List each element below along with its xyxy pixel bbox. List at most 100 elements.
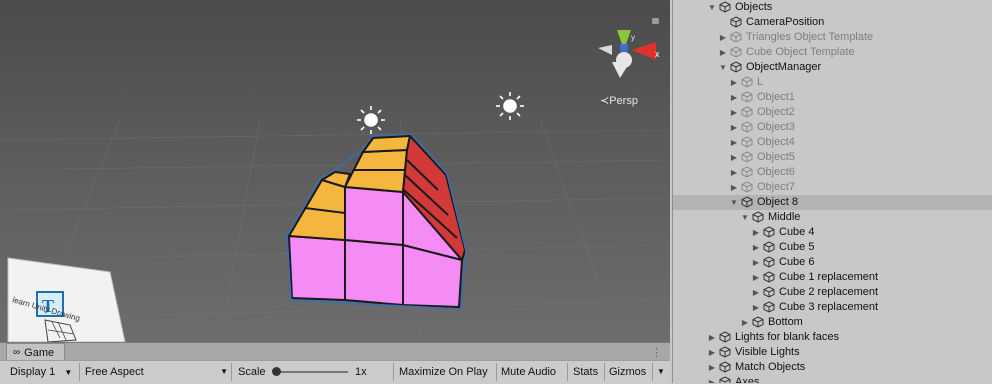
hierarchy-row[interactable]: ▶ Object5 (673, 150, 992, 165)
expand-right-icon[interactable]: ▶ (729, 180, 739, 195)
light-gizmo-icon[interactable] (496, 92, 524, 120)
hierarchy-row[interactable]: ▶ Bottom (673, 315, 992, 330)
aspect-select[interactable]: Free Aspect ▼ (85, 361, 230, 383)
object-8-model[interactable] (288, 135, 466, 308)
projection-label[interactable]: ≺Persp (600, 94, 638, 107)
scale-slider[interactable] (272, 361, 350, 383)
orientation-gizmo-icon[interactable]: y x (598, 30, 660, 78)
expand-right-icon[interactable]: ▶ (718, 30, 728, 45)
expand-right-icon[interactable]: ▶ (729, 150, 739, 165)
hierarchy-row[interactable]: ▶ Object6 (673, 165, 992, 180)
expand-right-icon[interactable]: ▶ (707, 330, 717, 345)
hierarchy-row[interactable]: ▶ Triangles Object Template (673, 30, 992, 45)
hierarchy-item-label: Cube Object Template (746, 46, 855, 58)
hierarchy-row[interactable]: ▶ Cube 5 (673, 240, 992, 255)
expand-right-icon[interactable]: ▶ (751, 270, 761, 285)
hierarchy-item-label: Cube 4 (779, 226, 815, 238)
expand-right-icon[interactable]: ▶ (729, 120, 739, 135)
hierarchy-row[interactable]: ▶ Object4 (673, 135, 992, 150)
hierarchy-item-label: Object 8 (757, 196, 798, 208)
expand-down-icon[interactable]: ▼ (707, 0, 717, 15)
hierarchy-row[interactable]: ▶ Cube 2 replacement (673, 285, 992, 300)
gameobject-icon (741, 76, 753, 88)
mute-audio-button[interactable]: Mute Audio (501, 361, 556, 383)
gameobject-icon (741, 166, 753, 178)
divider (79, 363, 80, 381)
hierarchy-row[interactable]: ▼ Middle (673, 210, 992, 225)
divider (496, 363, 497, 381)
light-gizmo-icon[interactable] (357, 106, 385, 134)
lock-icon[interactable] (652, 18, 659, 24)
expand-right-icon[interactable]: ▶ (729, 75, 739, 90)
expand-right-icon[interactable]: ▶ (729, 105, 739, 120)
hierarchy-panel: ▼ Objects CameraPosition ▶ Triangles Object … (672, 0, 992, 383)
expand-down-icon[interactable]: ▼ (718, 60, 728, 75)
hierarchy-row[interactable]: ▶ Cube 4 (673, 225, 992, 240)
expand-right-icon[interactable]: ▶ (718, 45, 728, 60)
expand-right-icon[interactable]: ▶ (707, 360, 717, 375)
hierarchy-row[interactable]: ▶ Lights for blank faces (673, 330, 992, 345)
hierarchy-row[interactable]: ▶ Object2 (673, 105, 992, 120)
chevron-down-icon: ▼ (64, 368, 73, 377)
hierarchy-item-label: Visible Lights (735, 346, 800, 358)
expand-down-icon[interactable]: ▼ (740, 210, 750, 225)
hierarchy-row[interactable]: ▼ Object 8 (673, 195, 992, 210)
hierarchy-item-label: Cube 2 replacement (779, 286, 879, 298)
more-options-icon[interactable]: ⋮ (651, 346, 662, 359)
hierarchy-item-label: Cube 3 replacement (779, 301, 879, 313)
slider-track (276, 371, 348, 373)
hierarchy-item-label: Objects (735, 1, 773, 13)
gameobject-icon (763, 226, 775, 238)
gameobject-icon (741, 106, 753, 118)
hierarchy-item-label: Object3 (757, 121, 795, 133)
maximize-on-play-button[interactable]: Maximize On Play (399, 361, 488, 383)
hierarchy-row[interactable]: ▶ Cube 6 (673, 255, 992, 270)
scene-view[interactable]: y x T learn Unity Drawing ≺Persp (0, 0, 670, 342)
expand-right-icon[interactable]: ▶ (751, 285, 761, 300)
hierarchy-item-label: Match Objects (735, 361, 806, 373)
expand-down-icon[interactable]: ▼ (729, 195, 739, 210)
expand-right-icon[interactable]: ▶ (751, 225, 761, 240)
gameobject-icon (741, 196, 753, 208)
hierarchy-item-label: Bottom (768, 316, 803, 328)
hierarchy-row[interactable]: ▼ Objects (673, 0, 992, 15)
expand-right-icon[interactable]: ▶ (729, 90, 739, 105)
hierarchy-row[interactable]: ▶ Object7 (673, 180, 992, 195)
svg-text:x: x (655, 49, 660, 59)
display-select-value: Display 1 (10, 366, 56, 378)
hierarchy-row[interactable]: ▶ Cube 1 replacement (673, 270, 992, 285)
hierarchy-row[interactable]: CameraPosition (673, 15, 992, 30)
hierarchy-item-label: Middle (768, 211, 801, 223)
expand-right-icon[interactable]: ▶ (729, 165, 739, 180)
scale-label: Scale (238, 366, 266, 378)
expand-right-icon[interactable]: ▶ (751, 255, 761, 270)
expand-right-icon[interactable]: ▶ (729, 135, 739, 150)
hierarchy-row[interactable]: ▶ Object1 (673, 90, 992, 105)
expand-right-icon[interactable]: ▶ (751, 300, 761, 315)
scene-canvas[interactable]: y x T learn Unity Drawing (0, 0, 670, 342)
hierarchy-row[interactable]: ▶ Visible Lights (673, 345, 992, 360)
hierarchy-row[interactable]: ▶ Object3 (673, 120, 992, 135)
hierarchy-row[interactable]: ▶ L (673, 75, 992, 90)
expand-right-icon[interactable]: ▶ (707, 375, 717, 383)
expand-right-icon[interactable]: ▶ (707, 345, 717, 360)
svg-text:y: y (631, 33, 635, 42)
divider (393, 363, 394, 381)
display-select[interactable]: Display 1 ▼ (10, 361, 72, 383)
stats-button[interactable]: Stats (573, 361, 598, 383)
hierarchy-row[interactable]: ▶ Match Objects (673, 360, 992, 375)
expand-right-icon[interactable]: ▶ (740, 315, 750, 330)
chevron-down-icon[interactable]: ▼ (657, 361, 665, 383)
hierarchy-row[interactable]: ▶ Cube Object Template (673, 45, 992, 60)
gameobject-icon (741, 91, 753, 103)
hierarchy-row[interactable]: ▶ Axes (673, 375, 992, 383)
gameobject-icon (719, 1, 731, 13)
expand-right-icon[interactable]: ▶ (751, 240, 761, 255)
book-image: T learn Unity Drawing (7, 257, 126, 342)
divider (567, 363, 568, 381)
gizmos-button[interactable]: Gizmos (609, 361, 646, 383)
hierarchy-row[interactable]: ▼ ObjectManager (673, 60, 992, 75)
hierarchy-item-label: Axes (735, 376, 760, 383)
slider-thumb[interactable] (272, 367, 281, 376)
hierarchy-row[interactable]: ▶ Cube 3 replacement (673, 300, 992, 315)
